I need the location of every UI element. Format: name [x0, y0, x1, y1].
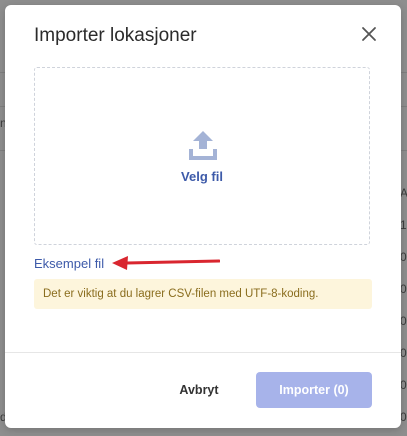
- bg-text: 0: [400, 314, 407, 328]
- close-button[interactable]: [359, 24, 379, 44]
- bg-text: 0: [400, 282, 407, 296]
- bg-text: 0: [400, 378, 407, 392]
- close-icon: [362, 27, 376, 41]
- dialog-title: Importer lokasjoner: [34, 25, 197, 46]
- file-dropzone[interactable]: Velg fil: [34, 67, 370, 245]
- bg-text: 1: [400, 218, 407, 232]
- footer-divider: [5, 352, 401, 353]
- bg-text: 0: [400, 346, 407, 360]
- bg-text: A: [400, 186, 407, 200]
- bg-text: 0: [400, 410, 407, 424]
- import-button[interactable]: Importer (0): [256, 372, 372, 408]
- cancel-button[interactable]: Avbryt: [165, 373, 233, 407]
- upload-icon: [189, 131, 217, 160]
- annotation-arrow: [112, 256, 220, 270]
- bg-text: 0: [400, 250, 407, 264]
- import-locations-dialog: Importer lokasjoner Velg fil Eksempel fi…: [5, 5, 401, 428]
- encoding-notice: Det er viktig at du lagrer CSV-filen med…: [34, 279, 372, 309]
- choose-file-label: Velg fil: [181, 169, 223, 184]
- example-file-link[interactable]: Eksempel fil: [34, 256, 104, 271]
